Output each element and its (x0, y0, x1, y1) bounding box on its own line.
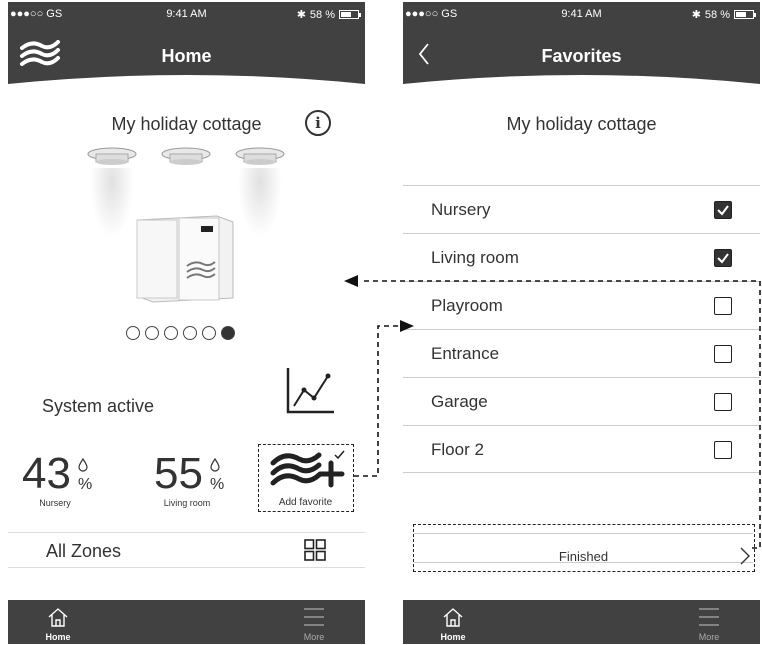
favorites-screen: ●●●○○ GS 9:41 AM ✱ 58 % Favorites My hol… (403, 2, 760, 644)
list-item[interactable]: Entrance (403, 329, 760, 377)
room-checkbox[interactable] (714, 345, 732, 363)
carousel-dots[interactable] (126, 326, 235, 340)
tab-more[interactable]: More (284, 604, 344, 644)
humidity-unit: % (78, 476, 93, 493)
list-item[interactable]: Floor 2 (403, 425, 760, 473)
tab-home[interactable]: Home (28, 604, 88, 644)
tab-bar: Home More (8, 600, 365, 644)
bluetooth-icon: ✱ (296, 9, 306, 21)
carousel-dot[interactable] (183, 326, 197, 340)
tab-home-label: Home (440, 632, 466, 642)
wave-plus-icon (270, 450, 345, 488)
finished-button[interactable]: Finished (414, 533, 753, 565)
room-checkbox[interactable] (714, 441, 732, 459)
room-label: Entrance (431, 344, 500, 363)
hamburger-icon (699, 608, 719, 626)
humidity-value: 55 (154, 449, 203, 498)
tab-more-label: More (303, 632, 325, 642)
mist-spray (238, 168, 282, 238)
bluetooth-icon: ✱ (691, 9, 701, 21)
zone-label: Nursery (39, 498, 71, 508)
favorites-header: ●●●○○ GS 9:41 AM ✱ 58 % Favorites (403, 2, 760, 102)
room-checkbox[interactable] (714, 249, 732, 267)
header-wave (8, 75, 365, 102)
room-label: Nursery (431, 200, 491, 219)
humidifier-unit-image (136, 215, 234, 303)
diffuser-icon (161, 147, 211, 165)
mist-spray (90, 168, 134, 238)
room-label: Living room (431, 248, 519, 267)
add-favorite-label: Add favorite (278, 497, 333, 508)
battery-status: ✱ 58 % (691, 8, 756, 21)
header-wave (403, 75, 760, 102)
tab-more[interactable]: More (679, 604, 739, 644)
room-label: Garage (431, 392, 488, 411)
system-status: System active (42, 396, 155, 416)
home-header: ●●●○○ GS 9:41 AM ✱ 58 % Home (8, 2, 365, 102)
humidity-value: 43 (22, 449, 71, 498)
tab-home[interactable]: Home (423, 604, 483, 644)
list-item[interactable]: Living room (403, 233, 760, 281)
status-bar: ●●●○○ GS 9:41 AM ✱ 58 % (403, 8, 760, 24)
house-icon (443, 608, 463, 627)
carousel-dot[interactable] (202, 326, 216, 340)
page-title: Favorites (541, 46, 622, 66)
home-screen: ●●●○○ GS 9:41 AM ✱ 58 % Home My holiday … (8, 2, 365, 644)
diffuser-icon (235, 147, 285, 165)
stat-living-room[interactable]: 55 % Living room (154, 450, 254, 514)
page-title: Home (161, 46, 212, 66)
diffuser-icon (87, 147, 137, 165)
all-zones-label: All Zones (46, 541, 122, 561)
list-item[interactable]: Garage (403, 377, 760, 425)
tab-home-label: Home (45, 632, 71, 642)
line-graph-icon[interactable] (284, 366, 336, 416)
droplet-icon (210, 458, 220, 472)
favorites-list: Nursery Living room Playroom Entrance Ga… (403, 185, 760, 473)
finished-button-highlight: Finished (413, 524, 755, 572)
checkmark-icon (717, 253, 729, 264)
add-favorite-button[interactable]: Add favorite (258, 444, 354, 512)
finished-label: Finished (558, 549, 609, 564)
room-checkbox[interactable] (714, 297, 732, 315)
carousel-dot[interactable] (164, 326, 178, 340)
tab-more-label: More (698, 632, 720, 642)
cottage-name: My holiday cottage (506, 114, 657, 134)
battery-percent: 58 % (309, 8, 335, 21)
stat-nursery[interactable]: 43 % Nursery (22, 450, 122, 514)
carousel-dot[interactable] (145, 326, 159, 340)
battery-status: ✱ 58 % (296, 8, 361, 21)
house-icon (48, 608, 68, 627)
all-zones-row[interactable]: All Zones (8, 532, 365, 568)
room-label: Floor 2 (431, 440, 484, 459)
list-item[interactable]: Nursery (403, 185, 760, 233)
zone-label: Living room (163, 498, 211, 508)
grid-icon[interactable] (304, 539, 326, 561)
battery-percent: 58 % (704, 8, 730, 21)
chevron-right-icon (740, 547, 750, 565)
checkmark-icon (717, 205, 729, 216)
carousel-dot-active[interactable] (221, 326, 235, 340)
tab-bar: Home More (403, 600, 760, 644)
battery-icon (339, 10, 361, 19)
list-item[interactable]: Playroom (403, 281, 760, 329)
room-label: Playroom (431, 296, 503, 315)
droplet-icon (78, 458, 88, 472)
hamburger-icon (304, 608, 324, 626)
battery-icon (734, 10, 756, 19)
room-checkbox[interactable] (714, 201, 732, 219)
carousel-dot[interactable] (126, 326, 140, 340)
status-bar: ●●●○○ GS 9:41 AM ✱ 58 % (8, 8, 365, 24)
room-checkbox[interactable] (714, 393, 732, 411)
humidity-unit: % (210, 476, 225, 493)
info-icon[interactable]: i (305, 110, 331, 136)
